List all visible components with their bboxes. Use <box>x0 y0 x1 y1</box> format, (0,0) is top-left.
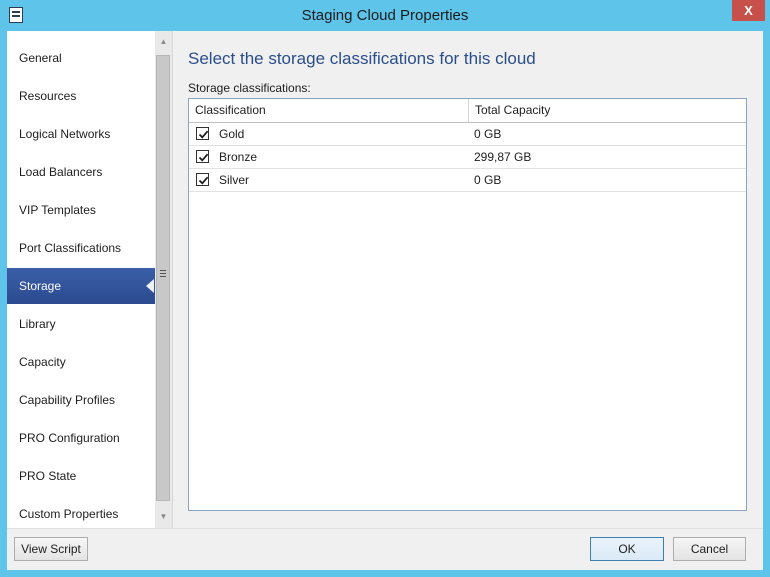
page-title: Select the storage classifications for t… <box>188 49 536 68</box>
storage-page: Select the storage classifications for t… <box>173 31 763 528</box>
sidebar-item-library[interactable]: Library <box>7 306 155 342</box>
cancel-button[interactable]: Cancel <box>673 537 746 561</box>
selection-pointer-icon <box>146 279 154 293</box>
sidebar-item-label: Library <box>19 317 56 331</box>
sidebar-item-label: PRO State <box>19 469 77 483</box>
checkmark-icon <box>198 153 209 162</box>
sidebar-item-pro-configuration[interactable]: PRO Configuration <box>7 420 155 456</box>
sidebar-item-logical-networks[interactable]: Logical Networks <box>7 116 155 152</box>
total-capacity-cell: 0 GB <box>474 127 502 141</box>
total-capacity-cell: 299,87 GB <box>474 150 532 164</box>
storage-classifications-table: Classification Total Capacity Gold 0 GB … <box>188 98 747 511</box>
view-script-button[interactable]: View Script <box>14 537 88 561</box>
scroll-up-arrow-icon[interactable]: ▲ <box>155 31 172 53</box>
sidebar-item-storage[interactable]: Storage <box>7 268 155 304</box>
sidebar-item-label: Logical Networks <box>19 127 111 141</box>
grip-icon <box>160 270 166 271</box>
sidebar-item-label: Storage <box>19 279 62 293</box>
sidebar-item-label: PRO Configuration <box>19 431 120 445</box>
classification-cell: Gold <box>219 127 245 141</box>
table-row[interactable]: Silver 0 GB <box>189 169 746 192</box>
sidebar-item-general[interactable]: General <box>7 40 155 76</box>
scroll-down-arrow-icon[interactable]: ▼ <box>155 506 172 528</box>
dialog-client-area: General Resources Logical Networks Load … <box>7 31 763 570</box>
sidebar-item-vip-templates[interactable]: VIP Templates <box>7 192 155 228</box>
column-header-total-capacity[interactable]: Total Capacity <box>469 99 746 122</box>
sidebar-item-pro-state[interactable]: PRO State <box>7 458 155 494</box>
sidebar-item-capability-profiles[interactable]: Capability Profiles <box>7 382 155 418</box>
sidebar-item-capacity[interactable]: Capacity <box>7 344 155 380</box>
title-bar[interactable]: Staging Cloud Properties X <box>0 0 770 31</box>
sidebar-item-resources[interactable]: Resources <box>7 78 155 114</box>
classification-checkbox[interactable] <box>196 150 209 163</box>
total-capacity-cell: 0 GB <box>474 173 502 187</box>
sidebar-scrollbar[interactable]: ▲ ▼ <box>155 31 172 528</box>
table-header: Classification Total Capacity <box>189 99 746 123</box>
sidebar-item-label: Custom Properties <box>19 507 119 521</box>
sidebar-item-load-balancers[interactable]: Load Balancers <box>7 154 155 190</box>
close-button[interactable]: X <box>732 0 765 21</box>
classification-checkbox[interactable] <box>196 127 209 140</box>
storage-classifications-label: Storage classifications: <box>188 81 311 95</box>
dialog-window: Staging Cloud Properties X General Resou… <box>0 0 770 577</box>
sidebar-item-label: VIP Templates <box>19 203 96 217</box>
ok-button[interactable]: OK <box>590 537 664 561</box>
window-title: Staging Cloud Properties <box>301 7 469 24</box>
table-row[interactable]: Bronze 299,87 GB <box>189 146 746 169</box>
column-header-classification[interactable]: Classification <box>189 99 468 122</box>
dialog-footer: View Script OK Cancel <box>7 528 763 570</box>
sidebar-item-label: Capacity <box>19 355 66 369</box>
sidebar-item-port-classifications[interactable]: Port Classifications <box>7 230 155 266</box>
classification-checkbox[interactable] <box>196 173 209 186</box>
sidebar-item-label: Resources <box>19 89 77 103</box>
checkmark-icon <box>198 176 209 185</box>
sidebar-item-label: Capability Profiles <box>19 393 116 407</box>
classification-cell: Bronze <box>219 150 258 164</box>
sidebar-nav: General Resources Logical Networks Load … <box>7 31 155 528</box>
sidebar-item-custom-properties[interactable]: Custom Properties <box>7 496 155 528</box>
classification-cell: Silver <box>219 173 250 187</box>
scrollbar-thumb[interactable] <box>156 55 170 501</box>
table-row[interactable]: Gold 0 GB <box>189 123 746 146</box>
sidebar-item-label: Load Balancers <box>19 165 103 179</box>
sidebar-item-label: Port Classifications <box>19 241 122 255</box>
checkmark-icon <box>198 130 209 139</box>
sidebar-item-label: General <box>19 51 62 65</box>
